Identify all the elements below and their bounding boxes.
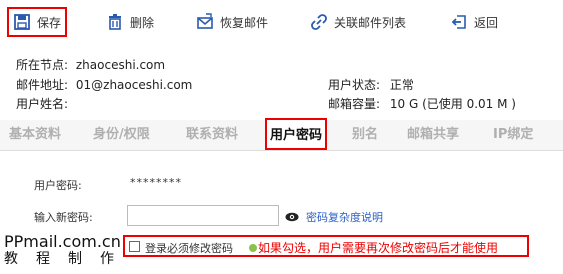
force-change-note: 如果勾选，用户需要再次修改密码后才能使用	[258, 241, 499, 255]
status-label: 用户状态:	[328, 78, 381, 92]
restore-mail-button[interactable]: 恢复邮件	[196, 9, 268, 35]
address-label: 邮件地址:	[16, 78, 69, 92]
toolbar: 保存 删除 恢复邮件 关联邮件列表 返回	[0, 0, 563, 45]
save-button[interactable]: 保存	[6, 7, 68, 37]
current-password-label: 用户密码:	[34, 179, 82, 192]
tab-identity-permissions[interactable]: 身份/权限	[93, 120, 150, 150]
node-row: 所在节点: zhaoceshi.com	[16, 56, 165, 73]
tab-alias[interactable]: 别名	[352, 120, 378, 150]
tab-basic-info[interactable]: 基本资料	[9, 120, 61, 150]
indicator-dot-icon	[249, 244, 257, 252]
back-icon	[450, 13, 468, 31]
name-row: 用户姓名:	[16, 95, 68, 112]
capacity-label: 邮箱容量:	[328, 97, 381, 111]
mail-restore-icon	[196, 13, 214, 31]
tab-user-password[interactable]: 用户密码	[265, 118, 328, 150]
new-password-label: 输入新密码:	[34, 211, 93, 224]
tab-mailbox-sharing[interactable]: 邮箱共享	[407, 120, 459, 150]
force-change-row: 登录必须修改密码 如果勾选，用户需要再次修改密码后才能使用	[123, 235, 529, 257]
current-password-value: ********	[130, 176, 182, 189]
delete-label: 删除	[130, 15, 155, 30]
watermark-caption: 教程制作	[4, 251, 132, 267]
password-complexity-link[interactable]: 密码复杂度说明	[306, 209, 383, 225]
status-value: 正常	[389, 78, 414, 92]
save-icon	[13, 13, 31, 31]
trash-icon	[106, 13, 124, 31]
restore-mail-label: 恢复邮件	[220, 15, 269, 30]
user-info-panel: 所在节点: zhaoceshi.com 邮件地址: 01@zhaoceshi.c…	[0, 44, 563, 118]
delete-button[interactable]: 删除	[106, 9, 154, 35]
address-row: 邮件地址: 01@zhaoceshi.com	[16, 76, 192, 93]
new-password-input[interactable]	[127, 205, 279, 226]
back-button[interactable]: 返回	[450, 9, 498, 35]
node-label: 所在节点:	[16, 58, 69, 72]
save-label: 保存	[37, 15, 62, 30]
address-value: 01@zhaoceshi.com	[75, 78, 193, 92]
linked-mail-list-label: 关联邮件列表	[334, 15, 407, 30]
tab-bar: 基本资料 身份/权限 联系资料 用户密码 别名 邮箱共享 IP绑定	[0, 118, 563, 151]
tab-ip-binding[interactable]: IP绑定	[493, 120, 533, 150]
link-icon	[310, 13, 328, 31]
node-value: zhaoceshi.com	[75, 58, 166, 72]
tab-contact-info[interactable]: 联系资料	[186, 120, 238, 150]
back-label: 返回	[474, 15, 499, 30]
capacity-row: 邮箱容量: 10 G (已使用 0.01 M )	[328, 95, 516, 112]
status-row: 用户状态: 正常	[328, 76, 414, 93]
linked-mail-list-button[interactable]: 关联邮件列表	[310, 9, 406, 35]
name-label: 用户姓名:	[16, 97, 69, 111]
force-change-label: 登录必须修改密码	[145, 242, 233, 255]
capacity-value: 10 G (已使用 0.01 M )	[389, 97, 516, 111]
eye-icon[interactable]	[285, 211, 299, 222]
